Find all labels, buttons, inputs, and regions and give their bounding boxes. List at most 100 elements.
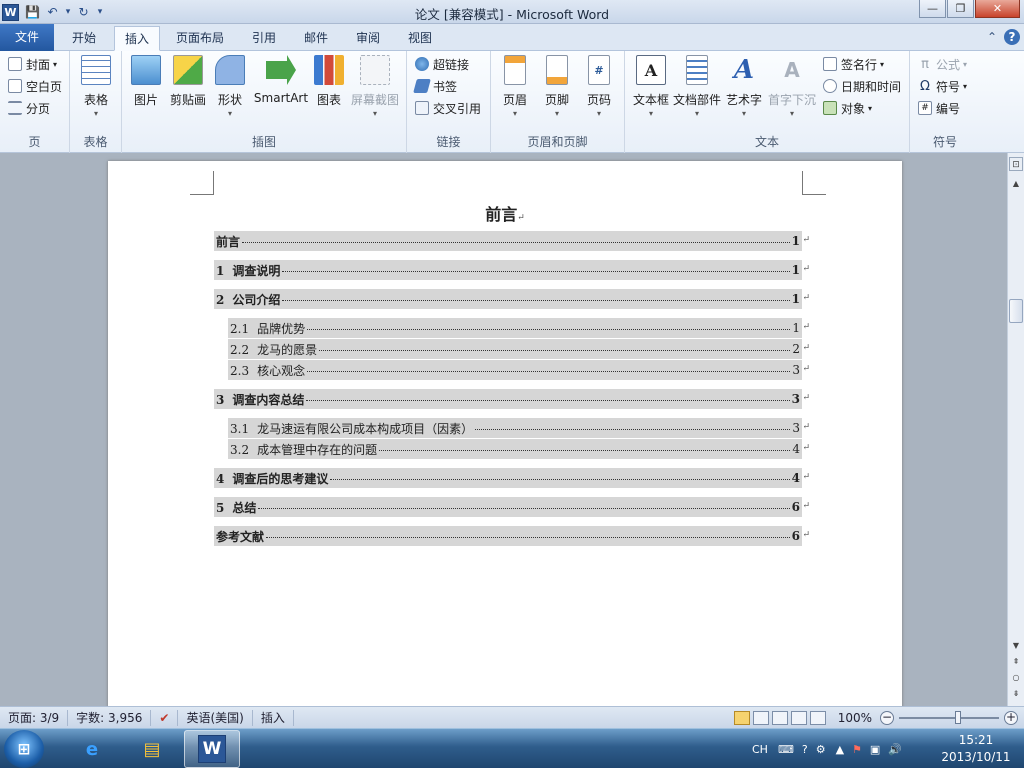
header-button[interactable]: 页眉 ▾ xyxy=(497,55,533,118)
help-tray-icon[interactable]: ? xyxy=(802,743,808,756)
action-center-icon[interactable]: ⚑ xyxy=(852,743,862,756)
toc-entry[interactable]: 2.3 核心观念 3 ↵ xyxy=(228,360,810,380)
toc-entry[interactable]: 参考文献 6 ↵ xyxy=(214,526,810,546)
toc-entry-text: 2.1 品牌优势 xyxy=(228,320,305,337)
bookmark-button[interactable]: 书签 xyxy=(413,76,457,96)
full-screen-reading-icon[interactable] xyxy=(752,711,769,725)
symbol-button[interactable]: Ω 符号 ▾ xyxy=(918,76,967,96)
date-time-button[interactable]: 日期和时间 xyxy=(823,76,901,96)
tab-references[interactable]: 引用 xyxy=(242,26,286,51)
blank-page-button[interactable]: 空白页 xyxy=(8,76,62,96)
toc-entry[interactable]: 3.1 龙马速运有限公司成本构成项目（因素） 3 ↵ xyxy=(228,418,810,438)
number-button[interactable]: # 编号 xyxy=(918,98,960,118)
toc-entry[interactable]: 前言 1 ↵ xyxy=(214,231,810,251)
word-taskbar-button[interactable]: W xyxy=(184,730,240,768)
ruler-toggle-icon[interactable]: ⊡ xyxy=(1009,157,1023,171)
object-button[interactable]: 对象 ▾ xyxy=(823,98,872,118)
clipart-button[interactable]: 剪贴画 xyxy=(167,55,209,108)
screenshot-button[interactable]: 屏幕截图 ▾ xyxy=(348,55,402,118)
table-button[interactable]: 表格 ▾ xyxy=(76,55,116,118)
document-title[interactable]: 前言↵ xyxy=(108,201,902,225)
drop-cap-button[interactable]: A 首字下沉 ▾ xyxy=(766,55,818,118)
tab-page-layout[interactable]: 页面布局 xyxy=(166,26,234,51)
tab-insert[interactable]: 插入 xyxy=(114,26,161,51)
cross-reference-button[interactable]: 交叉引用 xyxy=(415,98,481,118)
print-layout-view-icon[interactable] xyxy=(733,711,750,725)
quick-parts-button[interactable]: 文档部件 ▾ xyxy=(673,55,721,118)
toc-entry[interactable]: 2.2 龙马的愿景 2 ↵ xyxy=(228,339,810,359)
text-box-button[interactable]: A 文本框 ▾ xyxy=(629,55,673,118)
keyboard-icon[interactable]: ⌨ xyxy=(778,743,794,756)
file-explorer-icon[interactable]: ▤ xyxy=(124,730,180,768)
chevron-down-icon: ▾ xyxy=(596,109,601,118)
start-button[interactable]: ⊞ xyxy=(4,730,44,768)
proofing-icon[interactable]: ✔ xyxy=(151,709,179,726)
wordart-button[interactable]: A 艺术字 ▾ xyxy=(724,55,764,118)
previous-page-icon[interactable]: ⇞ xyxy=(1009,655,1023,669)
tab-review[interactable]: 审阅 xyxy=(346,26,390,51)
status-page[interactable]: 页面: 3/9 xyxy=(0,709,69,726)
vertical-scrollbar[interactable]: ⊡ ▲ ▼ ⇞ ○ ⇟ xyxy=(1007,153,1024,706)
toc-entry[interactable]: 3.2 成本管理中存在的问题 4 ↵ xyxy=(228,439,810,459)
page-break-button[interactable]: 分页 xyxy=(8,98,50,118)
smartart-button[interactable]: SmartArt xyxy=(250,55,312,105)
status-language[interactable]: 英语(美国) xyxy=(178,709,253,726)
clock-icon xyxy=(823,79,837,93)
volume-icon[interactable]: 🔊 xyxy=(888,743,902,756)
document-area[interactable]: 前言↵ 前言 1 ↵ 1 调查说明 1 ↵ 2 公司介绍 1 ↵ 2.1 品牌优势 1 ↵ 2.2 龙马的愿景 2… xyxy=(0,153,1007,706)
status-word-count[interactable]: 字数: 3,956 xyxy=(68,709,152,726)
close-button[interactable]: ✕ xyxy=(975,0,1020,18)
toc-entry-title: 龙马的愿景 xyxy=(257,342,318,357)
page-number-button[interactable]: # 页码 ▾ xyxy=(581,55,617,118)
hyperlink-button[interactable]: 超链接 xyxy=(415,54,469,74)
draft-view-icon[interactable] xyxy=(809,711,826,725)
network-icon[interactable]: ▣ xyxy=(870,743,880,756)
scrollbar-thumb[interactable] xyxy=(1009,299,1023,323)
internet-explorer-icon[interactable]: e xyxy=(64,730,120,768)
signature-line-button[interactable]: 签名行 ▾ xyxy=(823,54,884,74)
tab-view[interactable]: 视图 xyxy=(398,26,442,51)
minimize-button[interactable]: — xyxy=(919,0,946,18)
zoom-slider[interactable] xyxy=(899,711,999,724)
zoom-slider-thumb[interactable] xyxy=(955,711,961,724)
browse-object-icon[interactable]: ○ xyxy=(1009,671,1023,685)
paragraph-mark: ↵ xyxy=(802,443,810,453)
equation-label: 公式 xyxy=(936,57,961,72)
tab-file[interactable]: 文件 xyxy=(0,24,54,51)
zoom-in-button[interactable]: + xyxy=(1004,711,1018,725)
cover-page-button[interactable]: 封面 ▾ xyxy=(8,54,57,74)
help-icon[interactable]: ? xyxy=(1004,29,1020,45)
tab-home[interactable]: 开始 xyxy=(62,26,106,51)
zoom-level[interactable]: 100% xyxy=(838,711,872,725)
chart-button[interactable]: 图表 xyxy=(314,55,344,108)
footer-button[interactable]: 页脚 ▾ xyxy=(539,55,575,118)
toc-entry-title: 调查内容总结 xyxy=(232,392,305,407)
toc-entry[interactable]: 2 公司介绍 1 ↵ xyxy=(214,289,810,309)
toc-entry[interactable]: 5 总结 6 ↵ xyxy=(214,497,810,517)
blank-page-icon xyxy=(8,79,22,93)
maximize-button[interactable]: ❐ xyxy=(947,0,974,18)
document-page[interactable]: 前言↵ 前言 1 ↵ 1 调查说明 1 ↵ 2 公司介绍 1 ↵ 2.1 品牌优势 1 ↵ 2.2 龙马的愿景 2… xyxy=(108,161,902,706)
outline-view-icon[interactable] xyxy=(790,711,807,725)
toc-entry[interactable]: 1 调查说明 1 ↵ xyxy=(214,260,810,280)
scroll-up-icon[interactable]: ▲ xyxy=(1009,177,1023,191)
toc-entry[interactable]: 3 调查内容总结 3 ↵ xyxy=(214,389,810,409)
show-hidden-icons[interactable]: ▲ xyxy=(836,743,844,756)
equation-button[interactable]: π 公式 ▾ xyxy=(918,54,967,74)
status-insert-mode[interactable]: 插入 xyxy=(253,709,294,726)
zoom-out-button[interactable]: − xyxy=(880,711,894,725)
input-language[interactable]: CH xyxy=(752,743,768,756)
next-page-icon[interactable]: ⇟ xyxy=(1009,687,1023,701)
clock[interactable]: 15:21 2013/10/11 xyxy=(936,732,1016,766)
picture-button[interactable]: 图片 xyxy=(130,55,162,108)
collapse-ribbon-icon[interactable]: ⌃ xyxy=(984,29,1000,45)
web-layout-icon[interactable] xyxy=(771,711,788,725)
tray-options-icon[interactable]: ⚙ xyxy=(816,743,826,756)
shapes-label: 形状 xyxy=(217,93,242,107)
page-number-icon: # xyxy=(588,55,610,85)
shapes-button[interactable]: 形状 ▾ xyxy=(214,55,246,118)
toc-entry[interactable]: 2.1 品牌优势 1 ↵ xyxy=(228,318,810,338)
toc-entry[interactable]: 4 调查后的思考建议 4 ↵ xyxy=(214,468,810,488)
scroll-down-icon[interactable]: ▼ xyxy=(1009,639,1023,653)
tab-mailings[interactable]: 邮件 xyxy=(294,26,338,51)
